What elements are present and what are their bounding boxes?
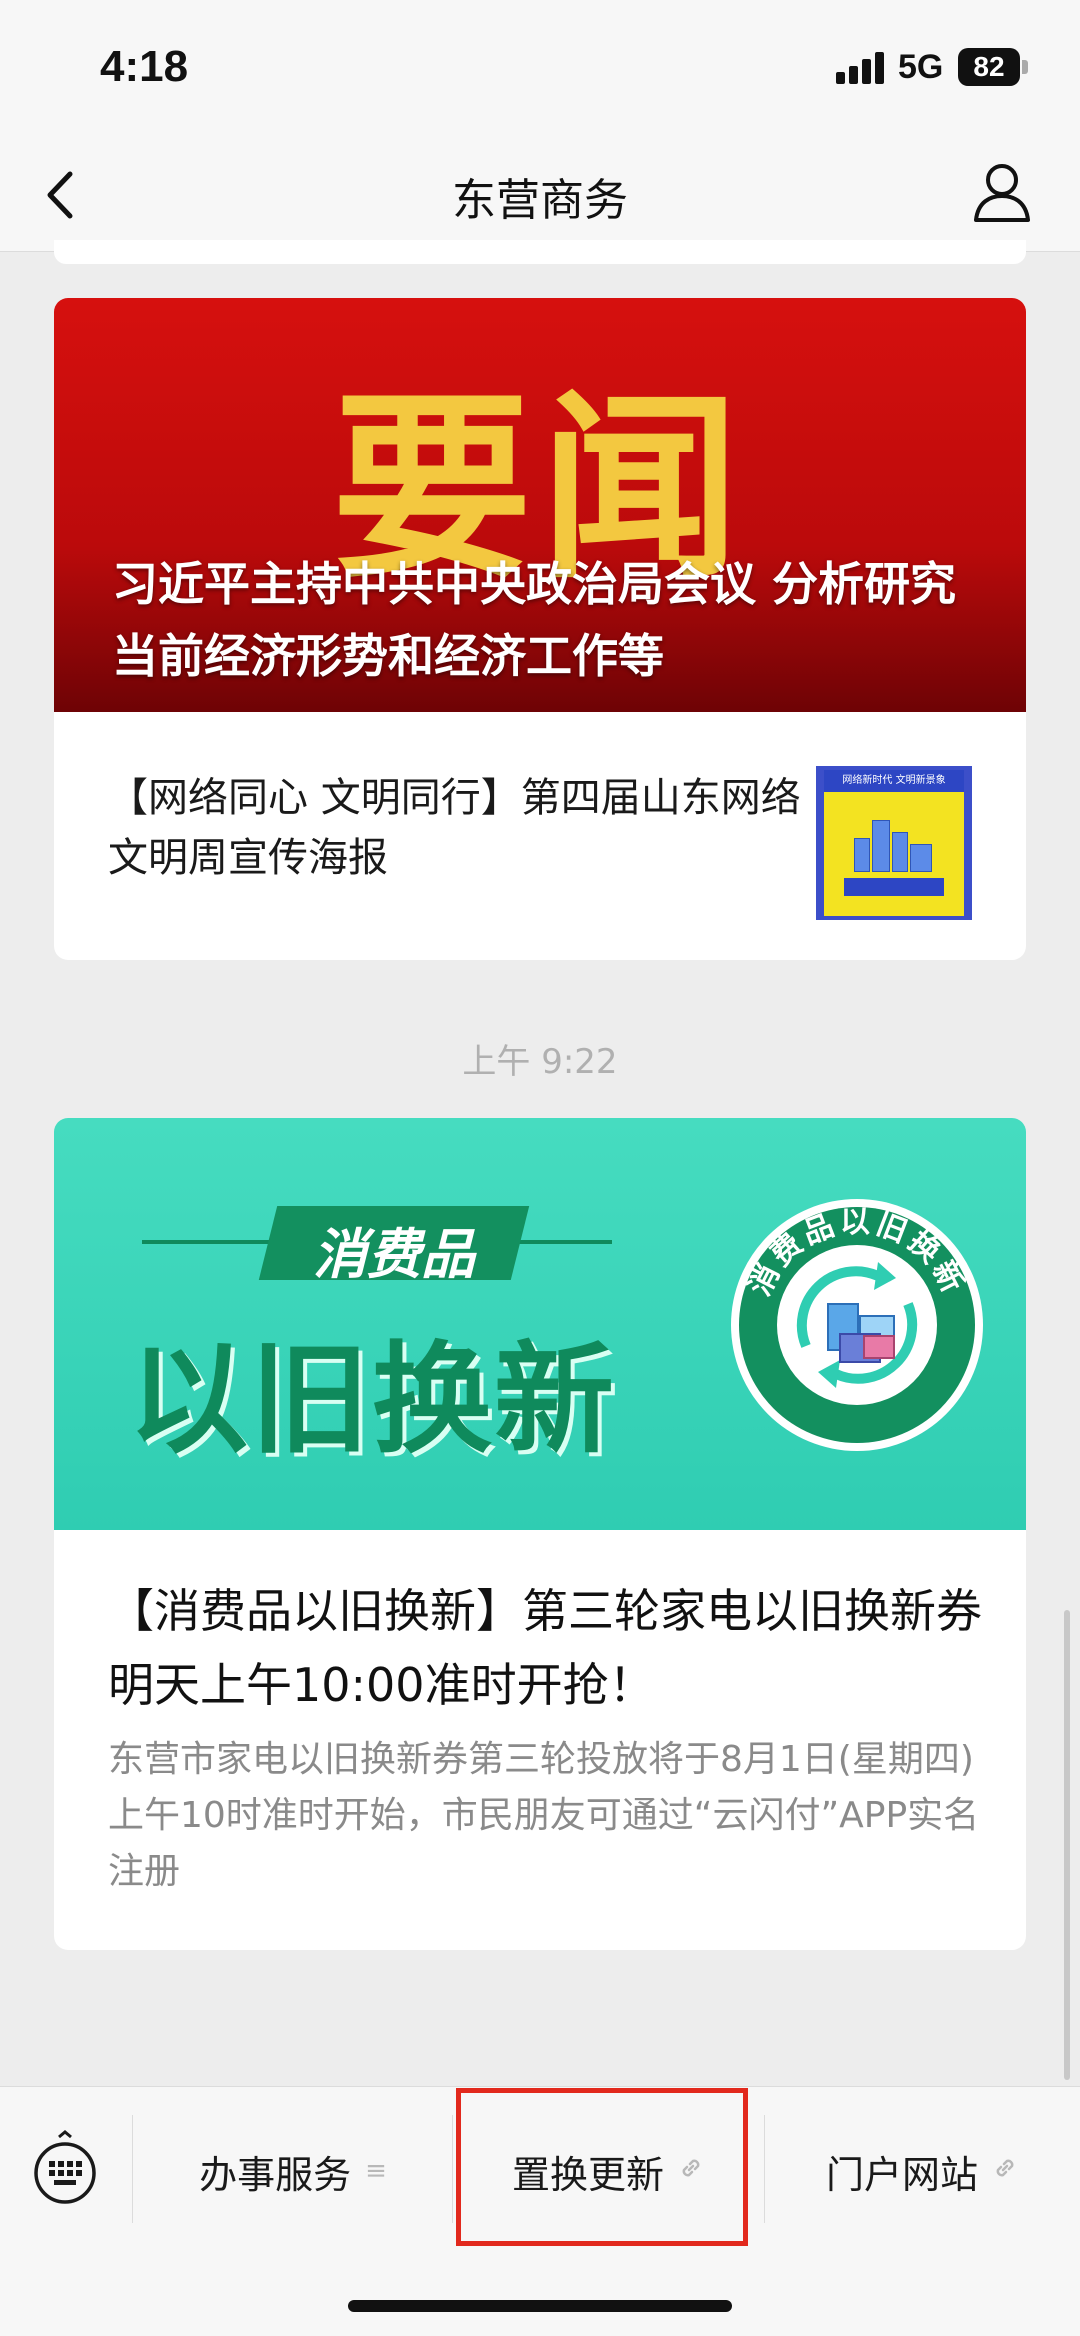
thumbnail-band-text: 网络新时代 文明新景象 [824, 770, 964, 792]
menu-item-portal[interactable]: 门户网站 [764, 2131, 1080, 2211]
news-banner[interactable]: 要闻 习近平主持中共中央政治局会议 分析研究当前经济形势和经济工作等 [54, 298, 1026, 712]
banner-tag: 消费品 [313, 1223, 475, 1286]
article-card-tradein[interactable]: 消费品 以旧换新 消费品以旧换新 【消费品以旧换新】第三轮家电以旧换新券明天上午… [54, 1118, 1026, 1950]
poster-thumbnail: 网络新时代 文明新景象 [816, 766, 972, 920]
page-title: 东营商务 [452, 175, 628, 226]
signal-icon [836, 50, 886, 84]
battery-icon: 82 [958, 48, 1020, 86]
tradein-banner[interactable]: 消费品 以旧换新 消费品以旧换新 [54, 1118, 1026, 1530]
banner-main-text: 以旧换新 [128, 1331, 616, 1470]
menu-divider [132, 2115, 133, 2223]
battery-tip [1022, 60, 1028, 74]
network-type: 5G [898, 48, 944, 86]
sub-article-title: 【网络同心 文明同行】第四届山东网络文明周宣传海报 [108, 775, 801, 881]
list-icon: ≡ [365, 2156, 387, 2186]
banner-title: 习近平主持中共中央政治局会议 分析研究当前经济形势和经济工作等 [112, 557, 957, 683]
link-icon [992, 2155, 1018, 2188]
menu-item-label: 办事服务 [199, 2152, 352, 2197]
recycle-badge-icon: 消费品以旧换新 [728, 1196, 986, 1454]
status-time: 4:18 [100, 42, 189, 91]
nav-bar: 东营商务 [0, 140, 1080, 252]
status-bar: 4:18 5G 82 [0, 0, 1080, 140]
menu-item-label: 门户网站 [825, 2152, 978, 2197]
article-card-news[interactable]: 要闻 习近平主持中共中央政治局会议 分析研究当前经济形势和经济工作等 【网络同心… [54, 298, 1026, 960]
menu-item-services[interactable]: 办事服务 ≡ [134, 2131, 452, 2211]
home-indicator[interactable] [348, 2300, 732, 2312]
article-description: 东营市家电以旧换新券第三轮投放将于8月1日(星期四) 上午10时准时开始，市民朋… [108, 1739, 980, 1892]
thumbnail-footer [844, 878, 944, 896]
city-illustration [850, 812, 938, 872]
scrollbar[interactable] [1064, 1610, 1070, 2080]
message-timestamp: 上午 9:22 [462, 1042, 618, 1082]
highlight-box [456, 2088, 748, 2246]
keyboard-toggle-icon[interactable] [32, 2129, 98, 2205]
sub-article-row[interactable]: 【网络同心 文明同行】第四届山东网络文明周宣传海报 网络新时代 文明新景象 [54, 712, 1026, 960]
previous-card-edge [54, 240, 1026, 264]
user-profile-icon[interactable] [970, 158, 1034, 228]
article-title: 【消费品以旧换新】第三轮家电以旧换新券明天上午10:00准时开抢！ [108, 1584, 982, 1712]
